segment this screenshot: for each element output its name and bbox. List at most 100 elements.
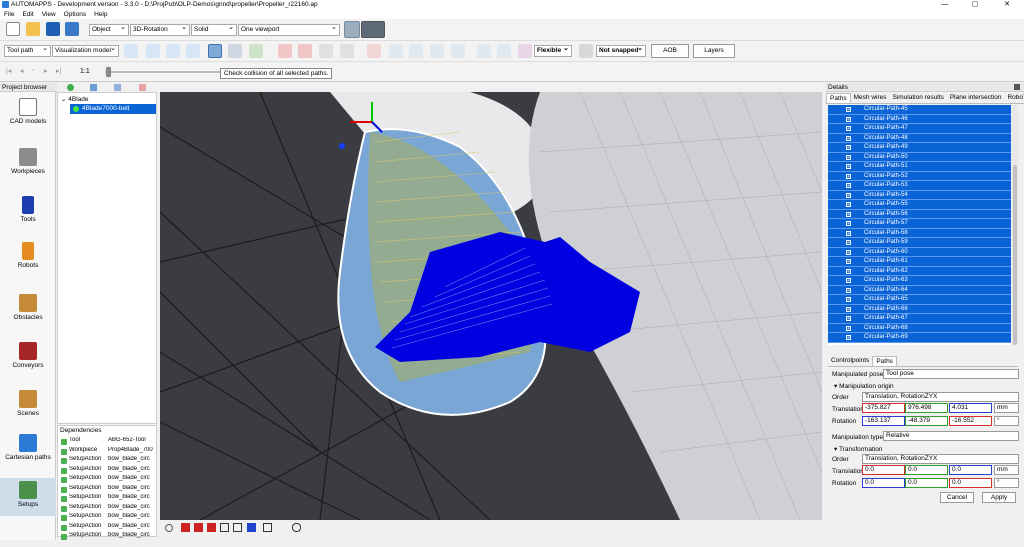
translation-y-input[interactable]: 976.498	[905, 403, 948, 413]
viewport-select[interactable]: One viewport	[238, 24, 340, 36]
path-list-item[interactable]: + Circular-Path-45	[828, 105, 1011, 115]
tab-controlpoints[interactable]: Controlpoints	[828, 356, 872, 366]
path-list-item[interactable]: + Circular-Path-51	[828, 162, 1011, 172]
path-list-item[interactable]: + Circular-Path-62	[828, 266, 1011, 276]
menu-view[interactable]: View	[42, 11, 56, 18]
menu-edit[interactable]: Edit	[22, 11, 33, 18]
sidebar-item-cartesian-paths[interactable]: Cartesian paths	[0, 434, 56, 461]
expand-plus-icon[interactable]: +	[846, 287, 851, 293]
path-list-item[interactable]: + Circular-Path-64	[828, 285, 1011, 295]
snap-select[interactable]: Not snapped	[596, 45, 646, 57]
path-curve-icon[interactable]	[146, 44, 160, 58]
tab-paths-sub[interactable]: Paths	[872, 356, 897, 366]
rotation-y-input[interactable]: -48.379	[905, 416, 948, 426]
copy-icon[interactable]	[90, 84, 97, 91]
path-list-item[interactable]: + Circular-Path-66	[828, 304, 1011, 314]
joint-icon[interactable]	[497, 44, 511, 58]
expand-plus-icon[interactable]: +	[846, 297, 851, 303]
menu-file[interactable]: File	[4, 11, 14, 18]
expand-plus-icon[interactable]: +	[846, 107, 851, 113]
expand-plus-icon[interactable]: +	[846, 126, 851, 132]
rotation-z-input[interactable]: -16.552	[949, 416, 992, 426]
layers-button[interactable]: Layers	[693, 44, 735, 58]
translation2-unit-select[interactable]: mm	[994, 465, 1019, 475]
aob-button[interactable]: AOB	[651, 44, 689, 58]
tab-plane-intersection[interactable]: Plane intersection	[947, 93, 1005, 103]
expand-plus-icon[interactable]: +	[846, 173, 851, 179]
expand-plus-icon[interactable]: +	[846, 154, 851, 160]
path-list-item[interactable]: + Circular-Path-63	[828, 276, 1011, 286]
dependency-row[interactable]: SetupAction bow_blade_circ	[59, 485, 156, 495]
shading-select[interactable]: Solid	[191, 24, 237, 36]
path-list-item[interactable]: + Circular-Path-55	[828, 200, 1011, 210]
translation-x-input[interactable]: -375.827	[862, 403, 905, 413]
dependency-row[interactable]: SetupAction bow_blade_circ	[59, 475, 156, 485]
dependency-row[interactable]: SetupAction bow_blade_circ	[59, 513, 156, 523]
rotation-select[interactable]: 3D-Rotation	[130, 24, 190, 36]
manipulated-pose-select[interactable]: Tool pose	[883, 369, 1019, 379]
expand-plus-icon[interactable]: +	[846, 259, 851, 265]
dependency-row[interactable]: SetupAction bow_blade_circ	[59, 466, 156, 476]
check-collision-icon[interactable]	[208, 44, 222, 58]
path-list-item[interactable]: + Circular-Path-58	[828, 228, 1011, 238]
expand-plus-icon[interactable]: +	[846, 116, 851, 122]
path-list-scrollbar[interactable]	[1012, 105, 1018, 345]
order2-select[interactable]: Translation, RotationZYX	[862, 454, 1019, 464]
flexible-icon[interactable]	[518, 44, 532, 58]
timeline-slider[interactable]	[105, 71, 225, 73]
manipulation-type-select[interactable]: Relative	[883, 431, 1019, 441]
path-lines-icon[interactable]	[319, 44, 333, 58]
sidebar-item-workpieces[interactable]: Workpieces	[0, 148, 56, 175]
path-list-item[interactable]: + Circular-Path-56	[828, 209, 1011, 219]
menu-help[interactable]: Help	[94, 11, 107, 18]
sidebar-item-robots[interactable]: Robots	[0, 242, 56, 269]
view-back-icon[interactable]	[194, 523, 203, 532]
expand-plus-icon[interactable]: +	[846, 278, 851, 284]
details-close-icon[interactable]	[1014, 84, 1020, 90]
last-frame-icon[interactable]: ▸|	[56, 67, 61, 75]
snap-icon[interactable]	[579, 44, 593, 58]
close-button[interactable]: ✕	[992, 0, 1022, 9]
dependency-row[interactable]: Workpiece Prop4Blade_700	[59, 447, 156, 457]
minimize-button[interactable]: —	[930, 0, 960, 9]
path-list-item[interactable]: + Circular-Path-57	[828, 219, 1011, 229]
path-list-item[interactable]: + Circular-Path-54	[828, 190, 1011, 200]
save-setup-icon[interactable]	[114, 84, 121, 91]
sidebar-item-cad-models[interactable]: CAD models	[0, 98, 56, 125]
view-left-icon[interactable]	[207, 523, 216, 532]
dependency-row[interactable]: SetupAction bow_blade_circ	[59, 504, 156, 514]
stop-red-icon[interactable]	[278, 44, 292, 58]
order-select[interactable]: Translation, RotationZYX	[862, 392, 1019, 402]
new-file-icon[interactable]	[6, 22, 20, 36]
cancel-button[interactable]: Cancel	[940, 492, 974, 503]
stop-record-icon[interactable]	[298, 44, 312, 58]
view-top-icon[interactable]	[233, 523, 242, 532]
dependency-row[interactable]: SetupAction bow_blade_circ	[59, 456, 156, 466]
path-list-item[interactable]: + Circular-Path-68	[828, 323, 1011, 333]
tab-paths[interactable]: Paths	[826, 93, 851, 103]
robot-path-icon[interactable]	[228, 44, 242, 58]
rotation2-y-input[interactable]: 0.0	[905, 478, 948, 488]
expand-plus-icon[interactable]: +	[846, 164, 851, 170]
tab-robotra[interactable]: RoboTra	[1004, 93, 1024, 103]
scroll-thumb[interactable]	[1013, 165, 1017, 345]
toolpath-select[interactable]: Tool path	[4, 45, 51, 57]
tab-simulation-results[interactable]: Simulation results	[890, 93, 947, 103]
dependency-row[interactable]: SetupAction bow_blade_circ	[59, 523, 156, 533]
path-list-item[interactable]: + Circular-Path-65	[828, 295, 1011, 305]
slider-handle[interactable]	[106, 67, 111, 77]
apply-button[interactable]: Apply	[982, 492, 1016, 503]
translation-z-input[interactable]: 4.031	[949, 403, 992, 413]
dependency-row[interactable]: SetupAction bow_blade_circ	[59, 494, 156, 504]
expand-plus-icon[interactable]: +	[846, 221, 851, 227]
wave-lines-icon[interactable]	[340, 44, 354, 58]
expand-plus-icon[interactable]: +	[846, 145, 851, 151]
sidebar-item-setups[interactable]: Setups	[0, 478, 56, 516]
path-list-item[interactable]: + Circular-Path-47	[828, 124, 1011, 134]
stop-icon[interactable]: ◦	[32, 67, 34, 74]
dependency-row[interactable]: Tool ABG-652-Tool	[59, 437, 156, 447]
sidebar-item-scenes[interactable]: Scenes	[0, 390, 56, 417]
menu-options[interactable]: Options	[64, 11, 86, 18]
zoom-fit-icon[interactable]	[165, 524, 173, 532]
visualization-select[interactable]: Visualization model	[52, 45, 119, 57]
